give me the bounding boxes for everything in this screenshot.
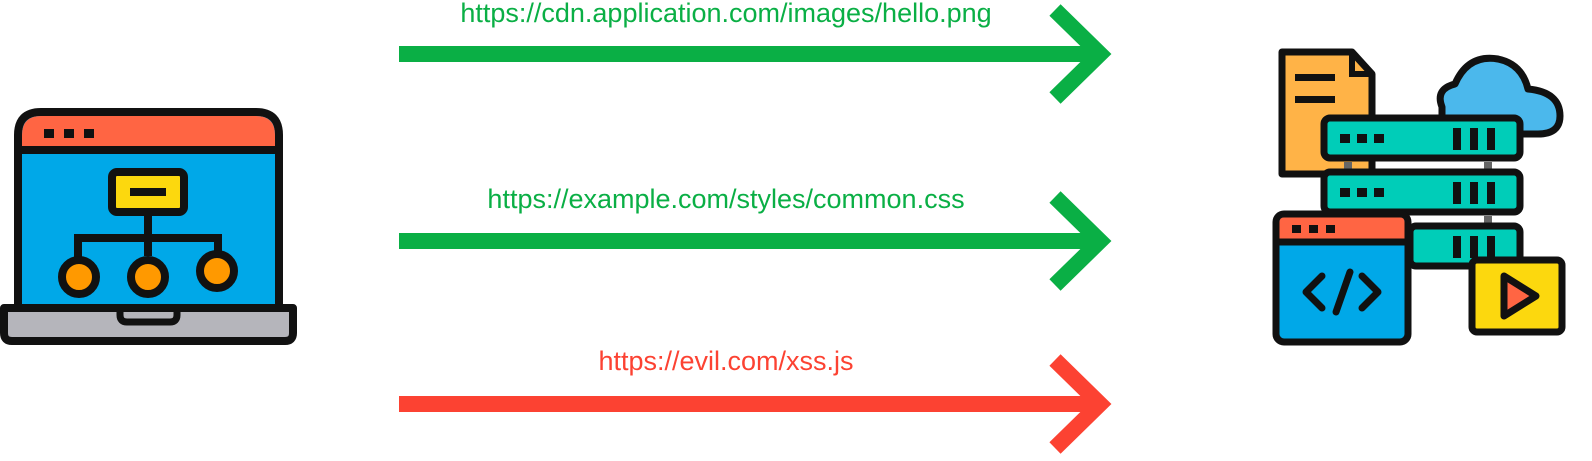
flow-url-label-3: https://evil.com/xss.js — [598, 346, 854, 376]
diagram-stage: https://cdn.application.com/images/hello… — [0, 0, 1592, 461]
flow-url-label-1: https://cdn.application.com/images/hello… — [460, 0, 992, 28]
server-cloud-code-media-icon — [1272, 48, 1566, 346]
flow-url-label-2: https://example.com/styles/common.css — [487, 184, 965, 214]
